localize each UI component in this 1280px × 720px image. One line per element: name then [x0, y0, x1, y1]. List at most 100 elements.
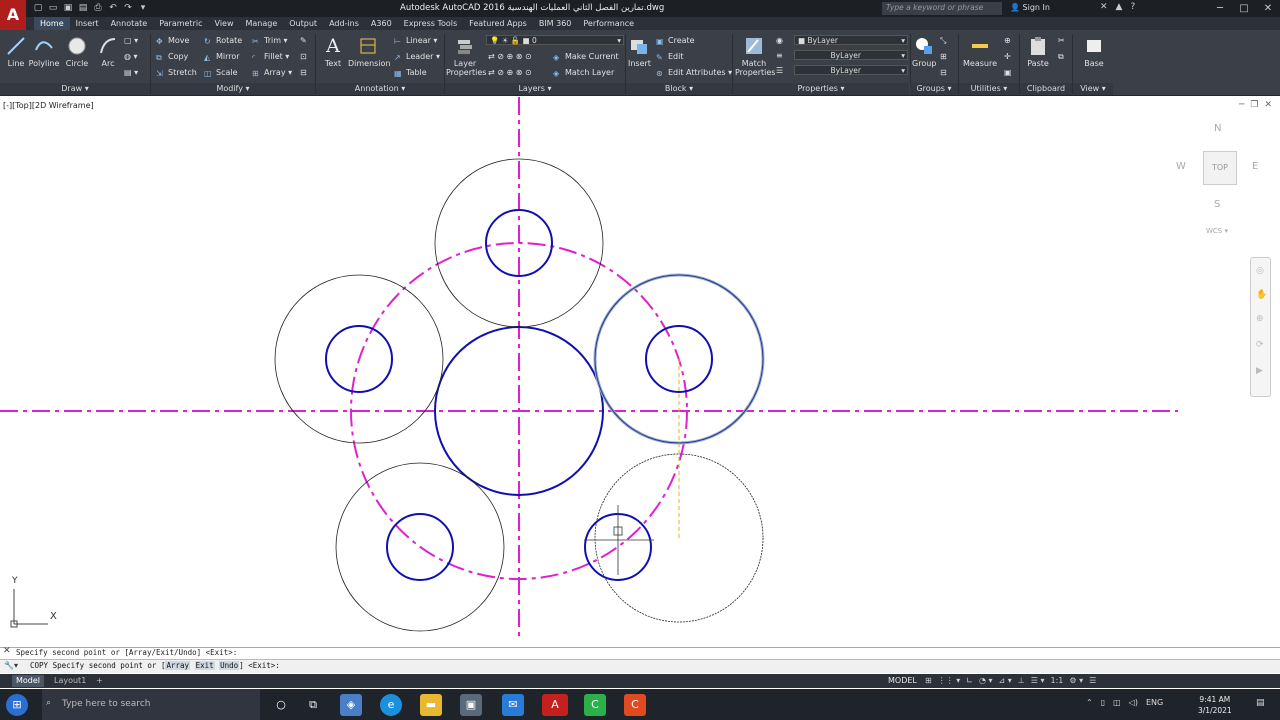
notification-icon[interactable]: ▤	[1256, 698, 1265, 708]
edit-block-button[interactable]: ✎ Edit	[656, 52, 684, 62]
compass-south[interactable]: S	[1214, 199, 1220, 210]
sign-in-button[interactable]: 👤 Sign In	[1010, 3, 1050, 12]
add-layout-icon[interactable]: +	[92, 675, 107, 687]
fillet-button[interactable]: ◜ Fillet ▾	[252, 52, 289, 62]
volume-icon[interactable]: ◁)	[1129, 698, 1138, 707]
match-layer-button[interactable]: ◈ Match Layer	[553, 68, 614, 78]
tab-layout1[interactable]: Layout1	[50, 675, 90, 687]
layer-tools-icons[interactable]: ⇄ ⊘ ⊕ ⊗ ⊙	[488, 52, 532, 61]
save-icon[interactable]: ▣	[62, 2, 74, 14]
erase-tool-icon[interactable]: ✎	[300, 36, 307, 45]
leader-button[interactable]: ↗ Leader ▾	[394, 52, 440, 62]
customize-icon[interactable]: 🔧▾	[4, 661, 18, 670]
tray-up-icon[interactable]: ⌃	[1086, 698, 1093, 707]
viewport-controls-label[interactable]: [-][Top][2D Wireframe]	[3, 101, 94, 110]
tab-output[interactable]: Output	[283, 17, 323, 30]
zoom-icon[interactable]: ⊕	[1256, 314, 1264, 324]
ungroup-icon[interactable]: ⤡	[940, 36, 946, 46]
utility-icon-2[interactable]: ✛	[1004, 52, 1011, 61]
rotate-button[interactable]: ↻ Rotate	[204, 36, 242, 46]
redo-icon[interactable]: ↷	[122, 2, 134, 14]
viewport-close-icon[interactable]: ✕	[1264, 100, 1272, 110]
annotation-panel-title[interactable]: Annotation ▾	[316, 83, 444, 95]
utility-icon-3[interactable]: ▣	[1004, 68, 1012, 77]
view-panel-title[interactable]: View ▾	[1073, 83, 1113, 95]
language-indicator[interactable]: ENG	[1146, 698, 1163, 707]
wcs-menu[interactable]: WCS ▾	[1206, 227, 1228, 235]
tab-add-ins[interactable]: Add-ins	[323, 17, 365, 30]
qat-dropdown-icon[interactable]: ▾	[137, 2, 149, 14]
scale-button[interactable]: ◫ Scale	[204, 68, 238, 78]
paste-button[interactable]: Paste	[1024, 36, 1052, 68]
color-dropdown[interactable]: ■ ByLayer ▾	[794, 35, 908, 45]
orbit-icon[interactable]: ⟳	[1256, 340, 1264, 350]
print-icon[interactable]: ⎙	[92, 2, 104, 14]
table-button[interactable]: ▦ Table	[394, 68, 427, 78]
tab-model[interactable]: Model	[12, 675, 45, 687]
maximize-icon[interactable]: □	[1232, 0, 1256, 17]
groups-panel-title[interactable]: Groups ▾	[910, 83, 958, 95]
create-block-button[interactable]: ▣ Create	[656, 36, 695, 46]
arc-button[interactable]: Arc	[96, 36, 120, 68]
exchange-icon[interactable]: ✕	[1100, 2, 1108, 12]
start-button-icon[interactable]: ⊞	[6, 694, 28, 716]
linear-button[interactable]: ⊢ Linear ▾	[394, 36, 437, 46]
layer-dropdown[interactable]: 💡 ☀ 🔓 ■ 0 ▾	[486, 35, 624, 45]
properties-panel-title[interactable]: Properties ▾	[733, 83, 909, 95]
hatch-tool-icon[interactable]: ◍ ▾	[124, 52, 138, 61]
a360-icon[interactable]: ▲	[1116, 2, 1123, 12]
layer-tools-icons-2[interactable]: ⇄ ⊘ ⊕ ⊗ ⊙	[488, 68, 532, 77]
tab-a360[interactable]: A360	[365, 17, 398, 30]
snap-icon[interactable]: ⋮⋮ ▾	[938, 676, 961, 685]
mail-icon[interactable]: ✉	[502, 694, 524, 716]
copy-button[interactable]: ⧉ Copy	[156, 52, 188, 62]
modify-panel-title[interactable]: Modify ▾	[151, 83, 315, 95]
mirror-button[interactable]: ◭ Mirror	[204, 52, 240, 62]
workspace-gear-icon[interactable]: ⚙ ▾	[1069, 676, 1083, 685]
tab-bim360[interactable]: BIM 360	[533, 17, 578, 30]
option-exit[interactable]: Exit	[194, 661, 215, 670]
pan-icon[interactable]: ✋	[1256, 290, 1267, 300]
edit-attributes-button[interactable]: ⊛ Edit Attributes ▾	[656, 68, 732, 78]
insert-block-button[interactable]: Insert	[628, 36, 651, 68]
compass-east[interactable]: E	[1252, 161, 1258, 172]
tab-performance[interactable]: Performance	[577, 17, 640, 30]
file-explorer-icon[interactable]: ▬	[420, 694, 442, 716]
help-icon[interactable]: ?	[1130, 2, 1135, 12]
tab-manage[interactable]: Manage	[240, 17, 284, 30]
clock[interactable]: 9:41 AM 3/1/2021	[1198, 694, 1232, 716]
cortana-icon[interactable]: ○	[270, 694, 292, 716]
dimension-button[interactable]: Dimension	[348, 36, 391, 68]
tab-annotate[interactable]: Annotate	[105, 17, 154, 30]
polyline-button[interactable]: Polyline	[28, 36, 60, 68]
task-view-icon[interactable]: ⧉	[302, 694, 324, 716]
minimize-icon[interactable]: ─	[1208, 0, 1232, 17]
base-view-button[interactable]: Base	[1082, 36, 1106, 68]
command-line[interactable]: 🔧▾ COPY Specify second point or [Array E…	[0, 659, 1280, 673]
edge-icon[interactable]: e	[380, 694, 402, 716]
layers-panel-title[interactable]: Layers ▾	[445, 83, 625, 95]
otrack-icon[interactable]: ⊥	[1018, 676, 1025, 685]
showmotion-icon[interactable]: ▶	[1256, 366, 1263, 376]
steeringwheel-icon[interactable]: ◎	[1256, 266, 1264, 276]
group-select-icon[interactable]: ⊟	[940, 68, 947, 77]
option-undo[interactable]: Undo	[219, 661, 240, 670]
group-button[interactable]: Group	[912, 36, 936, 68]
open-file-icon[interactable]: ▭	[47, 2, 59, 14]
compass-north[interactable]: N	[1214, 123, 1221, 134]
utility-icon-1[interactable]: ⊕	[1004, 36, 1011, 45]
autocad-logo-icon[interactable]: A	[0, 0, 26, 30]
group-edit-icon[interactable]: ⊞	[940, 52, 947, 61]
lineweight-toggle-icon[interactable]: ☰ ▾	[1031, 676, 1045, 685]
command-line-close-icon[interactable]: ✕	[3, 646, 11, 656]
tab-parametric[interactable]: Parametric	[153, 17, 208, 30]
array-button[interactable]: ⊞ Array ▾	[252, 68, 292, 78]
network-icon[interactable]: ◫	[1113, 698, 1121, 707]
autocad-taskbar-icon[interactable]: A	[542, 694, 568, 716]
line-button[interactable]: Line	[5, 36, 27, 68]
explode-tool-icon[interactable]: ⊡	[300, 52, 307, 61]
option-array[interactable]: Array	[165, 661, 191, 670]
grid-icon[interactable]: ⊞	[925, 676, 932, 685]
osnap-icon[interactable]: ⊿ ▾	[999, 676, 1012, 685]
tab-home[interactable]: Home	[34, 17, 70, 30]
